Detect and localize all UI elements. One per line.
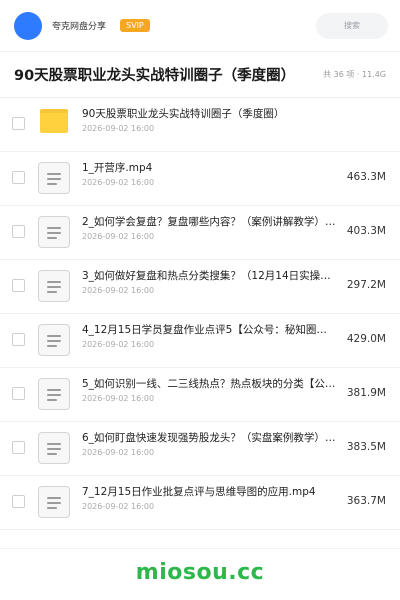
item-name: 5_如何识别一线、二三线热点？热点板块的分类【公… <box>82 378 336 390</box>
item-name: 4_12月15日学员复盘作业点评5【公众号：秘知圈… <box>82 324 327 336</box>
svip-badge: SVIP <box>120 19 150 32</box>
item-date: 2026-09-02 16:00 <box>82 394 155 403</box>
list-item[interactable]: 90天股票职业龙头实战特训圈子（季度圈） 2026-09-02 16:00 <box>0 98 400 152</box>
item-size: 363.7M <box>346 495 386 507</box>
item-date: 2026-09-02 16:00 <box>82 124 155 133</box>
row-checkbox[interactable] <box>12 441 25 454</box>
brand-name: 夸克网盘分享 <box>52 22 107 32</box>
file-list: 90天股票职业龙头实战特训圈子（季度圈） 2026-09-02 16:00 1_… <box>0 98 400 530</box>
search-placeholder: 搜索 <box>344 21 360 30</box>
page-title: 90天股票职业龙头实战特训圈子（季度圈） <box>14 68 296 84</box>
list-item[interactable]: 2_如何学会复盘？复盘哪些内容？（案例讲解教学）【公众号：秘知圈】 2026-0… <box>0 206 400 260</box>
row-checkbox[interactable] <box>12 387 25 400</box>
footer-divider <box>0 548 400 549</box>
item-size: 429.0M <box>346 333 386 345</box>
item-date: 2026-09-02 16:00 <box>82 502 155 511</box>
avatar[interactable] <box>14 11 42 40</box>
item-name: 3_如何做好复盘和热点分类搜集？（12月14日实操… <box>82 270 331 282</box>
file-icon <box>38 432 70 464</box>
row-checkbox[interactable] <box>12 117 25 130</box>
item-size: 381.9M <box>346 387 386 399</box>
item-date: 2026-09-02 16:00 <box>82 286 155 295</box>
row-checkbox[interactable] <box>12 333 25 346</box>
item-name: 6_如何盯盘快速发现强势股龙头？（实盘案例教学）【公众号：秘知圈】 <box>82 432 338 444</box>
item-size: 403.3M <box>346 225 386 237</box>
file-icon <box>38 378 70 410</box>
list-item[interactable]: 3_如何做好复盘和热点分类搜集？（12月14日实操… 2026-09-02 16… <box>0 260 400 314</box>
item-date: 2026-09-02 16:00 <box>82 448 155 457</box>
item-name: 90天股票职业龙头实战特训圈子（季度圈） <box>82 108 285 120</box>
search-button[interactable]: 搜索 <box>316 12 388 39</box>
list-item[interactable]: 6_如何盯盘快速发现强势股龙头？（实盘案例教学）【公众号：秘知圈】 2026-0… <box>0 422 400 476</box>
row-checkbox[interactable] <box>12 225 25 238</box>
file-icon <box>38 486 70 518</box>
item-name: 7_12月15日作业批复点评与思维导图的应用.mp4 <box>82 486 316 498</box>
folder-header: 90天股票职业龙头实战特训圈子（季度圈） 共 36 项 · 11.4G <box>0 52 400 98</box>
file-icon <box>38 324 70 356</box>
list-item[interactable]: 7_12月15日作业批复点评与思维导图的应用.mp4 2026-09-02 16… <box>0 476 400 530</box>
file-icon <box>38 216 70 248</box>
item-date: 2026-09-02 16:00 <box>82 232 155 241</box>
item-size: 383.5M <box>346 441 386 453</box>
item-size: 463.3M <box>346 171 386 183</box>
row-checkbox[interactable] <box>12 495 25 508</box>
row-checkbox[interactable] <box>12 279 25 292</box>
row-checkbox[interactable] <box>12 171 25 184</box>
list-item[interactable]: 1_开营序.mp4 2026-09-02 16:00 463.3M <box>0 152 400 206</box>
file-icon <box>38 270 70 302</box>
list-item[interactable]: 4_12月15日学员复盘作业点评5【公众号：秘知圈… 2026-09-02 16… <box>0 314 400 368</box>
item-size: 297.2M <box>346 279 386 291</box>
folder-icon <box>40 109 68 133</box>
item-date: 2026-09-02 16:00 <box>82 340 155 349</box>
list-item[interactable]: 5_如何识别一线、二三线热点？热点板块的分类【公… 2026-09-02 16:… <box>0 368 400 422</box>
item-name: 2_如何学会复盘？复盘哪些内容？（案例讲解教学）【公众号：秘知圈】 <box>82 216 338 228</box>
top-bar: 夸克网盘分享 SVIP 搜索 <box>0 0 400 52</box>
item-date: 2026-09-02 16:00 <box>82 178 155 187</box>
folder-meta: 共 36 项 · 11.4G <box>323 70 386 79</box>
file-icon <box>38 162 70 194</box>
watermark: miosou.cc <box>135 560 265 585</box>
item-name: 1_开营序.mp4 <box>82 162 153 174</box>
